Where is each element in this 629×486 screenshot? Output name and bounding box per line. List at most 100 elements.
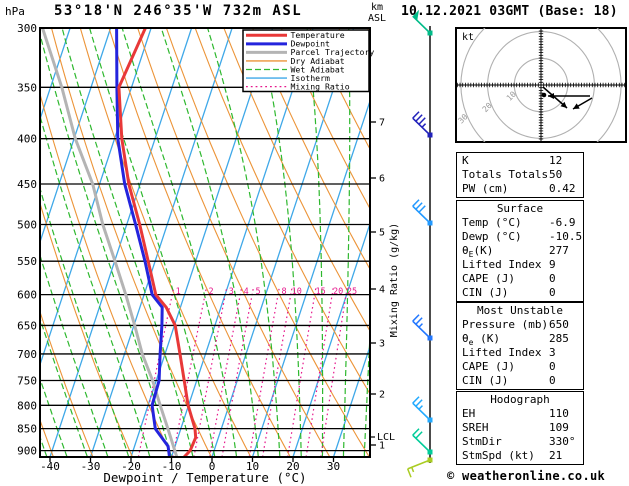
row-label: Temp (°C) (462, 216, 522, 229)
hodograph-unit-label: kt (462, 32, 474, 43)
mixing-ratio-value-label: 10 (292, 287, 302, 297)
row-value: 285 (549, 332, 569, 345)
table-row: Temp (°C) -6.9 (457, 216, 583, 230)
pressure-tick-label: 750 (17, 375, 37, 388)
pressure-tick-label: 700 (17, 348, 37, 361)
row-label: CIN (J) (462, 286, 509, 299)
temperature-tick-label: -30 (81, 460, 101, 473)
row-value: 109 (549, 421, 569, 434)
mixing-ratio-axis-label: Mixing Ratio (g/kg) (389, 223, 400, 337)
altitude-tick-label: 6 (379, 174, 385, 185)
wind-barb (412, 9, 433, 36)
credit-footer: © weatheronline.co.uk (447, 469, 606, 483)
row-label: Totals Totals (462, 168, 549, 181)
table-row: StmDir 330° (457, 435, 583, 449)
table-row: CAPE (J) 0 (457, 360, 583, 374)
row-value: -6.9 (549, 216, 576, 229)
row-value: 0 (549, 360, 556, 373)
mixing-ratio-value-label: 2 (208, 287, 213, 297)
row-label: Pressure (mb) (462, 318, 549, 331)
pressure-tick-label: 600 (17, 289, 37, 302)
row-label: θE(K) (462, 244, 494, 260)
table-row: EH 110 (457, 407, 583, 421)
mixing-ratio-value-label: 1 (176, 287, 181, 297)
mixing-ratio-value-label: 20 (333, 287, 343, 297)
temperature-axis: -40 -30 -20 -10 0 10 20 30Dewpoint / Temperatur… (40, 457, 340, 485)
pressure-tick-label: 850 (17, 423, 37, 436)
row-value: 0.42 (549, 182, 576, 195)
x-axis-title: Dewpoint / Temperature (°C) (103, 470, 306, 485)
row-label: Dewp (°C) (462, 230, 522, 243)
temperature-tick-label: -40 (40, 460, 60, 473)
hodograph: 102030kt (455, 27, 627, 143)
row-label: EH (462, 407, 476, 420)
mixing-ratio-value-label: 25 (347, 287, 357, 297)
lcl-label: LCL (377, 432, 395, 443)
altitude-tick-label: 5 (379, 228, 385, 239)
pressure-tick-label: 800 (17, 399, 37, 412)
isotherm-lines (40, 28, 370, 457)
row-label: CIN (J) (462, 374, 509, 387)
pressure-tick-label: 450 (17, 178, 37, 191)
mixing-ratio-value-label: 3 (229, 287, 234, 297)
row-label: K (462, 154, 469, 167)
row-value: 110 (549, 407, 569, 420)
table-row: Lifted Index 9 (457, 258, 583, 272)
row-value: 277 (549, 244, 569, 257)
mixing-ratio-value-label: 15 (316, 287, 326, 297)
pressure-axis-labels: 300 350 400 450 500 550 600 650 700 750 800 850 900 (17, 22, 37, 458)
row-label: StmSpd (kt) (462, 449, 535, 462)
row-value: 330° (549, 435, 576, 448)
table-row: Dewp (°C) -10.5 (457, 230, 583, 244)
row-value: -10.5 (549, 230, 583, 243)
pressure-tick-label: 400 (17, 133, 37, 146)
table-row: CIN (J) 0 (457, 374, 583, 388)
row-value: 0 (549, 374, 556, 387)
table-row: Lifted Index 3 (457, 346, 583, 360)
row-value: 0 (549, 272, 556, 285)
wind-barb (406, 457, 433, 478)
row-label: Lifted Index (462, 258, 542, 271)
table-header: Hodograph (490, 393, 550, 406)
altitude-tick-label: 2 (379, 390, 385, 401)
pressure-tick-label: 350 (17, 81, 37, 94)
pressure-tick-label: 900 (17, 445, 37, 458)
table-row: Totals Totals 50 (457, 168, 583, 182)
wind-barbs (406, 9, 433, 478)
table-row: Pressure (mb) 650 (457, 318, 583, 332)
row-label: PW (cm) (462, 182, 509, 195)
pressure-tick-label: 650 (17, 319, 37, 332)
row-value: 0 (549, 286, 556, 299)
row-label: θe (K) (462, 332, 500, 348)
table-most-unstable: Most Unstable Pressure (mb) 650 θe (K) 285 Li… (456, 302, 584, 390)
altitude-tick-label: 7 (379, 118, 385, 129)
table-indices: K 12 Totals Totals 50 PW (cm) 0.42 (456, 152, 584, 198)
table-row: SREH 109 (457, 421, 583, 435)
row-label: Lifted Index (462, 346, 542, 359)
table-row: K 12 (457, 154, 583, 168)
row-label: CAPE (J) (462, 272, 515, 285)
mixing-ratio-value-label: 4 (244, 287, 249, 297)
row-label: CAPE (J) (462, 360, 515, 373)
table-row: θe (K) 285 (457, 332, 583, 348)
hodograph-content: 102030kt (456, 28, 626, 142)
table-header: Surface (496, 202, 544, 215)
pressure-tick-label: 300 (17, 22, 37, 35)
table-row: CAPE (J) 0 (457, 272, 583, 286)
row-value: 21 (549, 449, 563, 462)
altitude-tick-label: 4 (379, 285, 385, 296)
table-row: StmSpd (kt) 21 (457, 449, 583, 463)
row-label: SREH (462, 421, 489, 434)
altitude-tick-label: 3 (379, 339, 385, 350)
wet-adiabat-lines (40, 28, 370, 457)
mixing-ratio-value-label: 5 (256, 287, 261, 297)
row-value: 3 (549, 346, 556, 359)
pressure-tick-label: 500 (17, 219, 37, 232)
legend-item-label: Mixing Ratio (291, 81, 350, 91)
row-value: 9 (549, 258, 556, 271)
table-header: Most Unstable (476, 304, 564, 317)
pressure-tick-label: 550 (17, 255, 37, 268)
table-row: θE(K) 277 (457, 244, 583, 260)
row-value: 12 (549, 154, 563, 167)
mixing-ratio-value-label: 8 (281, 287, 286, 297)
